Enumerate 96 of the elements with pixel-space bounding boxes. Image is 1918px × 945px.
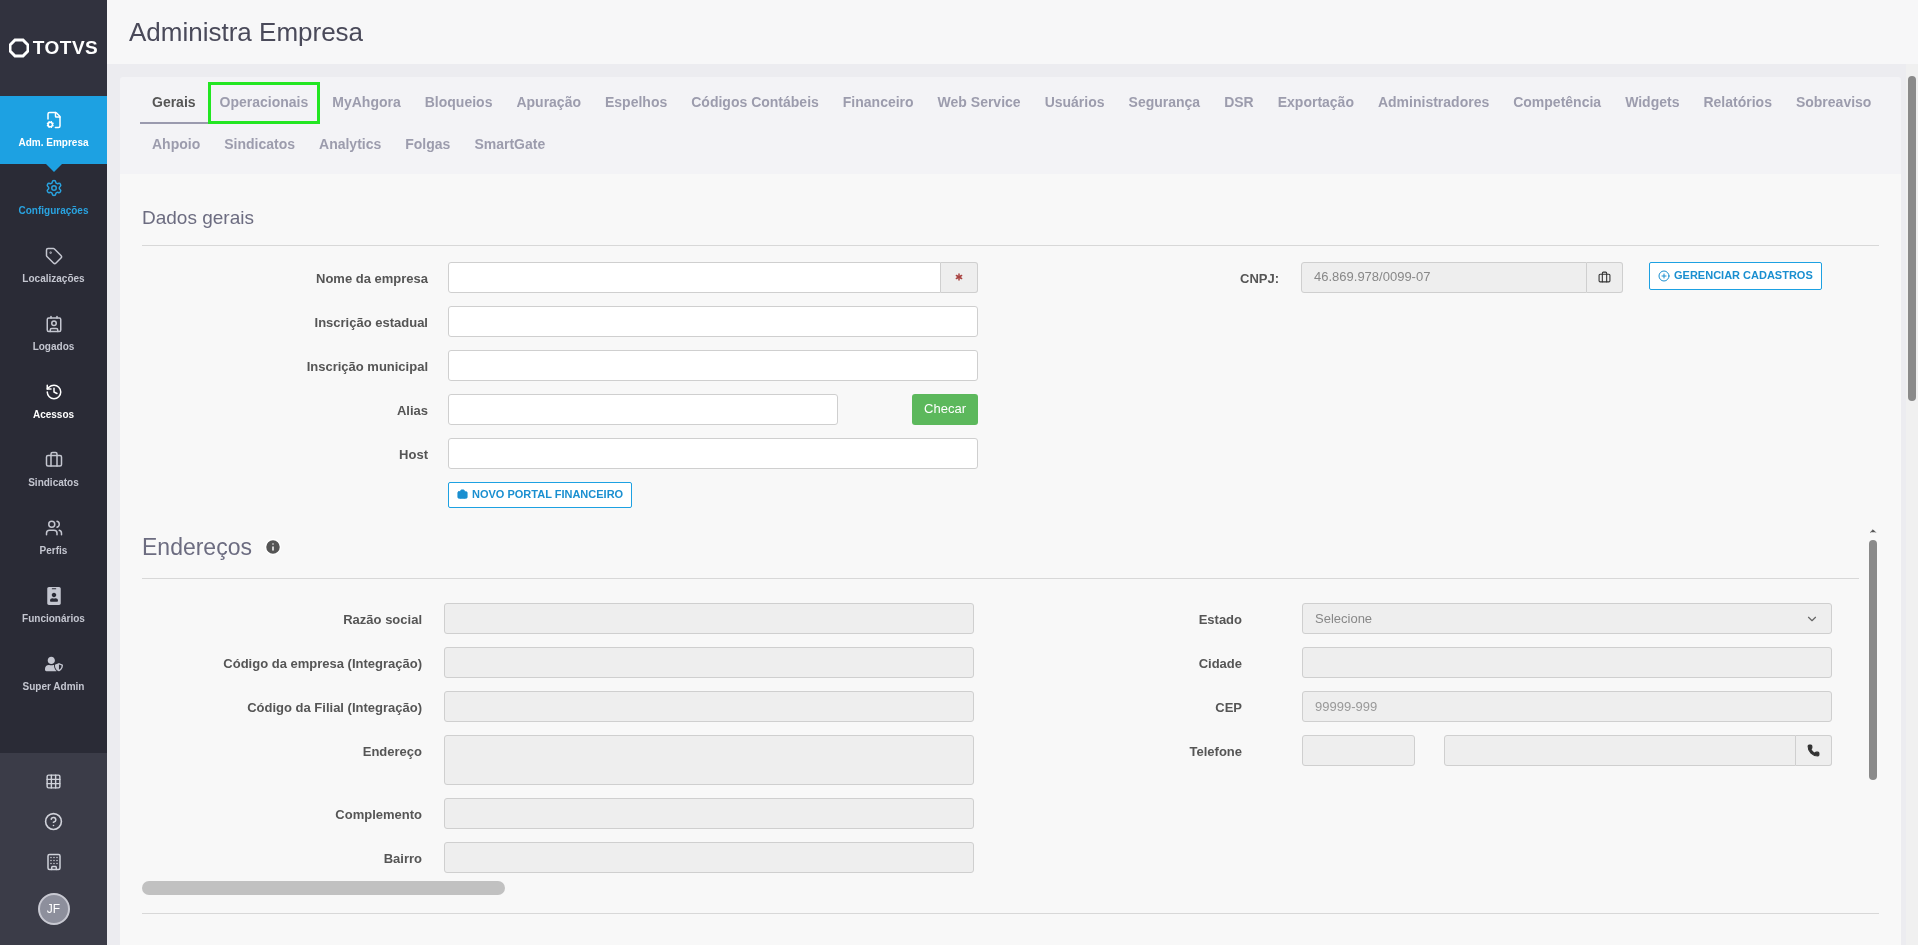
sidebar-item[interactable]: Logados — [0, 300, 107, 368]
avatar[interactable]: JF — [37, 893, 70, 925]
tab[interactable]: Widgets — [1613, 82, 1692, 124]
tab[interactable]: Analytics — [307, 124, 394, 166]
tab[interactable]: SmartGate — [462, 124, 558, 166]
input-field[interactable] — [448, 437, 978, 469]
field-label: Complemento — [334, 806, 422, 824]
settings-icon — [44, 178, 63, 197]
logo-text: TOTVS — [32, 35, 99, 60]
tab[interactable]: Sobreaviso — [1783, 82, 1884, 124]
sidebar-label: Funcionários — [22, 611, 85, 626]
page-title: Administra Empresa — [129, 15, 364, 49]
input-field[interactable] — [448, 261, 941, 293]
history-icon — [44, 382, 63, 401]
apps-grid-icon[interactable] — [45, 773, 62, 790]
field-label: Bairro — [382, 850, 422, 868]
field-label: CEP — [1214, 699, 1242, 717]
info-icon[interactable] — [263, 537, 282, 556]
field-label: Estado — [1197, 611, 1242, 629]
sidebar-label: Acessos — [32, 407, 75, 422]
tab[interactable]: Exportação — [1265, 82, 1366, 124]
building-icon[interactable] — [44, 853, 63, 871]
field-label: Inscrição municipal — [305, 357, 428, 376]
tab[interactable]: Segurança — [1116, 82, 1213, 124]
tab[interactable]: Códigos Contábeis — [679, 82, 831, 124]
tab[interactable]: Usuários — [1032, 82, 1117, 124]
field-label: CNPJ: — [1240, 269, 1279, 288]
tab[interactable]: Administradores — [1365, 82, 1502, 124]
field-label: Endereço — [361, 743, 422, 761]
field-label: Host — [398, 445, 428, 464]
field-label: Alias — [395, 401, 428, 420]
sidebar-item[interactable]: Adm. Empresa — [0, 96, 107, 164]
tab[interactable]: Sindicatos — [212, 124, 307, 166]
document-gear-icon — [44, 110, 63, 129]
tab[interactable]: Competência — [1501, 82, 1614, 124]
logo-icon — [8, 38, 29, 58]
shield-user-icon — [44, 654, 63, 673]
section-title: Endereços — [142, 532, 252, 562]
sidebar-item[interactable]: Super Admin — [0, 640, 107, 708]
manage-button[interactable]: GERENCIAR CADASTROS — [1649, 261, 1822, 290]
placeholder-text: 99999-999 — [1315, 697, 1378, 716]
sidebar-item[interactable]: Acessos — [0, 368, 107, 436]
field-label: Razão social — [342, 611, 422, 629]
horizontal-scrollbar[interactable] — [142, 881, 505, 895]
tab[interactable]: Ahpoio — [140, 124, 213, 166]
tab[interactable]: MyAhgora — [320, 82, 413, 124]
sidebar-label: Adm. Empresa — [18, 135, 89, 150]
tab[interactable]: Apuração — [504, 82, 593, 124]
sidebar-item[interactable]: Localizações — [0, 232, 107, 300]
sidebar-label: Super Admin — [22, 679, 85, 694]
input-field[interactable] — [448, 305, 978, 337]
page-scrollbar[interactable] — [1906, 64, 1918, 945]
sidebar-label: Sindicatos — [28, 475, 79, 490]
id-card-icon — [44, 314, 63, 333]
briefcase-addon[interactable] — [1587, 261, 1623, 293]
phone-icon — [1807, 744, 1820, 757]
field-label: Telefone — [1188, 743, 1242, 761]
phone-addon[interactable] — [1796, 735, 1832, 766]
sidebar-label: Perfis — [39, 543, 68, 558]
field-label: Código da Filial (Integração) — [246, 699, 422, 717]
tab[interactable]: Gerais — [140, 82, 208, 124]
help-icon[interactable] — [44, 812, 63, 831]
tab[interactable]: Financeiro — [830, 82, 926, 124]
tab[interactable]: Relatórios — [1691, 82, 1784, 124]
briefcase-icon — [457, 489, 468, 500]
portal-button[interactable]: NOVO PORTAL FINANCEIRO — [448, 481, 633, 508]
tab[interactable]: Web Service — [925, 82, 1033, 124]
sidebar-label: Configurações — [18, 203, 89, 218]
sidebar-item[interactable]: Funcionários — [0, 572, 107, 640]
tab[interactable]: DSR — [1212, 82, 1266, 124]
tab[interactable]: Folgas — [393, 124, 463, 166]
briefcase-icon — [44, 450, 63, 469]
field-label: Nome da empresa — [315, 269, 428, 288]
field-label: Inscrição estadual — [313, 313, 428, 332]
tab[interactable]: Operacionais — [207, 82, 321, 124]
users-icon — [44, 518, 63, 537]
input-field[interactable] — [448, 349, 978, 381]
briefcase-icon — [1598, 270, 1611, 284]
sidebar-item[interactable]: Sindicatos — [0, 436, 107, 504]
sidebar-label: Localizações — [22, 271, 85, 286]
tag-icon — [44, 246, 63, 265]
select-value: Selecione — [1315, 609, 1373, 628]
pointer-mark — [46, 164, 62, 172]
sidebar-label: Logados — [32, 339, 75, 354]
input-field[interactable] — [448, 393, 838, 425]
asterisk-icon — [953, 271, 965, 283]
tab[interactable]: Bloqueios — [412, 82, 505, 124]
plus-circle-icon — [1658, 269, 1670, 282]
sidebar-item[interactable]: Perfis — [0, 504, 107, 572]
badge-icon — [44, 586, 63, 605]
field-label: Cidade — [1197, 655, 1242, 673]
sidebar-item[interactable]: Configurações — [0, 164, 107, 232]
section-title: Dados gerais — [142, 204, 1879, 246]
field-label: Código da empresa (Integração) — [222, 655, 422, 673]
tab[interactable]: Espelhos — [593, 82, 680, 124]
check-button[interactable]: Checar — [912, 393, 978, 425]
